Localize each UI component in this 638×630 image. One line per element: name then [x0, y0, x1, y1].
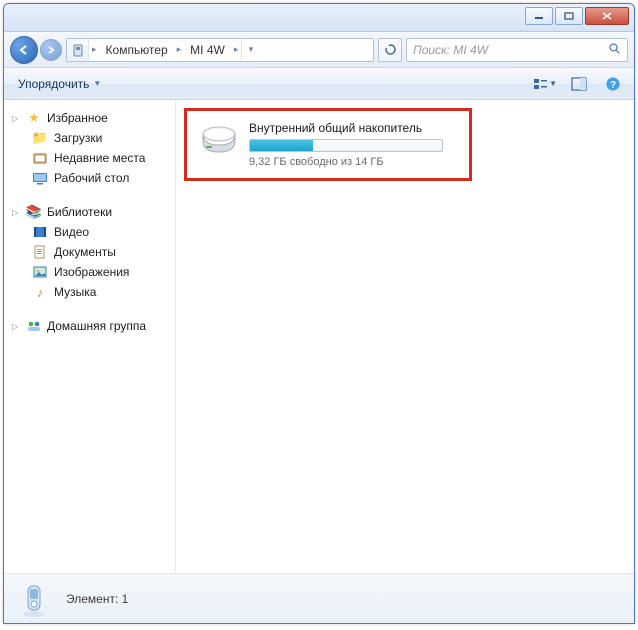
- titlebar: [4, 4, 634, 32]
- content-pane: Внутренний общий накопитель 9,32 ГБ своб…: [176, 100, 634, 573]
- sidebar-item-documents[interactable]: Документы: [4, 242, 175, 262]
- arrow-right-icon: [46, 45, 56, 55]
- libraries-group: ▷ 📚 Библиотеки Видео Документы: [4, 202, 175, 302]
- recent-places-icon: [32, 150, 48, 166]
- navigation-pane: ▷ ★ Избранное 📁 Загрузки Недавние места: [4, 100, 176, 573]
- breadcrumb-arrow-icon: ▸: [231, 44, 242, 55]
- sidebar-item-label: Документы: [54, 245, 116, 259]
- sidebar-item-desktop[interactable]: Рабочий стол: [4, 168, 175, 188]
- search-placeholder: Поиск: MI 4W: [413, 43, 488, 57]
- sidebar-item-videos[interactable]: Видео: [4, 222, 175, 242]
- breadcrumb-computer[interactable]: Компьютер: [100, 39, 174, 61]
- star-icon: ★: [26, 110, 42, 126]
- forward-button[interactable]: [40, 39, 62, 61]
- collapse-icon: ▷: [12, 322, 21, 331]
- video-icon: [32, 224, 48, 240]
- view-options-button[interactable]: ▼: [532, 73, 558, 95]
- collapse-icon: ▷: [12, 208, 21, 217]
- arrow-left-icon: [18, 44, 30, 56]
- breadcrumb-arrow-icon: ▸: [174, 44, 185, 55]
- sidebar-item-label: Загрузки: [54, 131, 102, 145]
- maximize-icon: [564, 12, 574, 20]
- drive-icon: [199, 121, 239, 157]
- minimize-icon: [534, 12, 544, 20]
- explorer-window: ▸ Компьютер ▸ MI 4W ▸ ▾ Поиск: MI 4W Упо…: [3, 3, 635, 624]
- sidebar-item-label: Музыка: [54, 285, 96, 299]
- storage-bar: [249, 139, 443, 152]
- folder-icon: 📁: [32, 130, 48, 146]
- sidebar-item-label: Недавние места: [54, 151, 145, 165]
- minimize-button[interactable]: [525, 7, 553, 25]
- preview-pane-icon: [571, 77, 587, 91]
- sidebar-item-pictures[interactable]: Изображения: [4, 262, 175, 282]
- libraries-icon: 📚: [26, 204, 42, 220]
- favorites-label: Избранное: [47, 111, 108, 125]
- drive-item[interactable]: Внутренний общий накопитель 9,32 ГБ своб…: [249, 121, 457, 168]
- nav-buttons: [10, 36, 62, 64]
- address-bar[interactable]: ▸ Компьютер ▸ MI 4W ▸ ▾: [66, 38, 374, 62]
- toolbar: Упорядочить ▼ ▼ ?: [4, 68, 634, 100]
- status-text: Элемент: 1: [66, 592, 128, 606]
- breadcrumb-dropdown[interactable]: ▾: [241, 39, 259, 61]
- nav-row: ▸ Компьютер ▸ MI 4W ▸ ▾ Поиск: MI 4W: [4, 32, 634, 68]
- organize-label: Упорядочить: [18, 77, 89, 91]
- chevron-down-icon: ▼: [93, 79, 101, 88]
- help-icon: ?: [605, 76, 621, 92]
- close-icon: [601, 11, 613, 21]
- libraries-label: Библиотеки: [47, 205, 112, 219]
- refresh-button[interactable]: [378, 38, 402, 62]
- body: ▷ ★ Избранное 📁 Загрузки Недавние места: [4, 100, 634, 573]
- organize-button[interactable]: Упорядочить ▼: [12, 74, 107, 94]
- sidebar-item-label: Рабочий стол: [54, 171, 129, 185]
- device-icon: [67, 39, 89, 61]
- help-button[interactable]: ?: [600, 73, 626, 95]
- preview-pane-button[interactable]: [566, 73, 592, 95]
- sidebar-item-label: Изображения: [54, 265, 129, 279]
- sidebar-item-music[interactable]: ♪ Музыка: [4, 282, 175, 302]
- music-icon: ♪: [32, 284, 48, 300]
- breadcrumb-arrow-icon: ▸: [89, 44, 100, 55]
- chevron-down-icon: ▼: [549, 79, 557, 88]
- favorites-header[interactable]: ▷ ★ Избранное: [4, 108, 175, 128]
- drive-item-highlight: Внутренний общий накопитель 9,32 ГБ своб…: [184, 108, 472, 181]
- svg-text:?: ?: [610, 80, 616, 91]
- homegroup-header[interactable]: ▷ Домашняя группа: [4, 316, 175, 336]
- drive-subtitle: 9,32 ГБ свободно из 14 ГБ: [249, 156, 457, 168]
- pictures-icon: [32, 264, 48, 280]
- breadcrumb-device[interactable]: MI 4W: [184, 39, 231, 61]
- storage-bar-fill: [250, 140, 313, 151]
- view-icon: [533, 77, 547, 91]
- collapse-icon: ▷: [12, 114, 21, 123]
- close-button[interactable]: [585, 7, 629, 25]
- libraries-header[interactable]: ▷ 📚 Библиотеки: [4, 202, 175, 222]
- back-button[interactable]: [10, 36, 38, 64]
- sidebar-item-label: Видео: [54, 225, 89, 239]
- desktop-icon: [32, 170, 48, 186]
- documents-icon: [32, 244, 48, 260]
- sidebar-item-downloads[interactable]: 📁 Загрузки: [4, 128, 175, 148]
- homegroup-icon: [26, 318, 42, 334]
- search-icon: [608, 42, 621, 58]
- drive-title: Внутренний общий накопитель: [249, 121, 457, 135]
- homegroup-label: Домашняя группа: [47, 319, 146, 333]
- search-input[interactable]: Поиск: MI 4W: [406, 38, 628, 62]
- status-bar: Элемент: 1: [4, 573, 634, 623]
- device-large-icon: [16, 579, 52, 619]
- sidebar-item-recent[interactable]: Недавние места: [4, 148, 175, 168]
- homegroup-group: ▷ Домашняя группа: [4, 316, 175, 336]
- refresh-icon: [384, 43, 397, 56]
- maximize-button[interactable]: [555, 7, 583, 25]
- favorites-group: ▷ ★ Избранное 📁 Загрузки Недавние места: [4, 108, 175, 188]
